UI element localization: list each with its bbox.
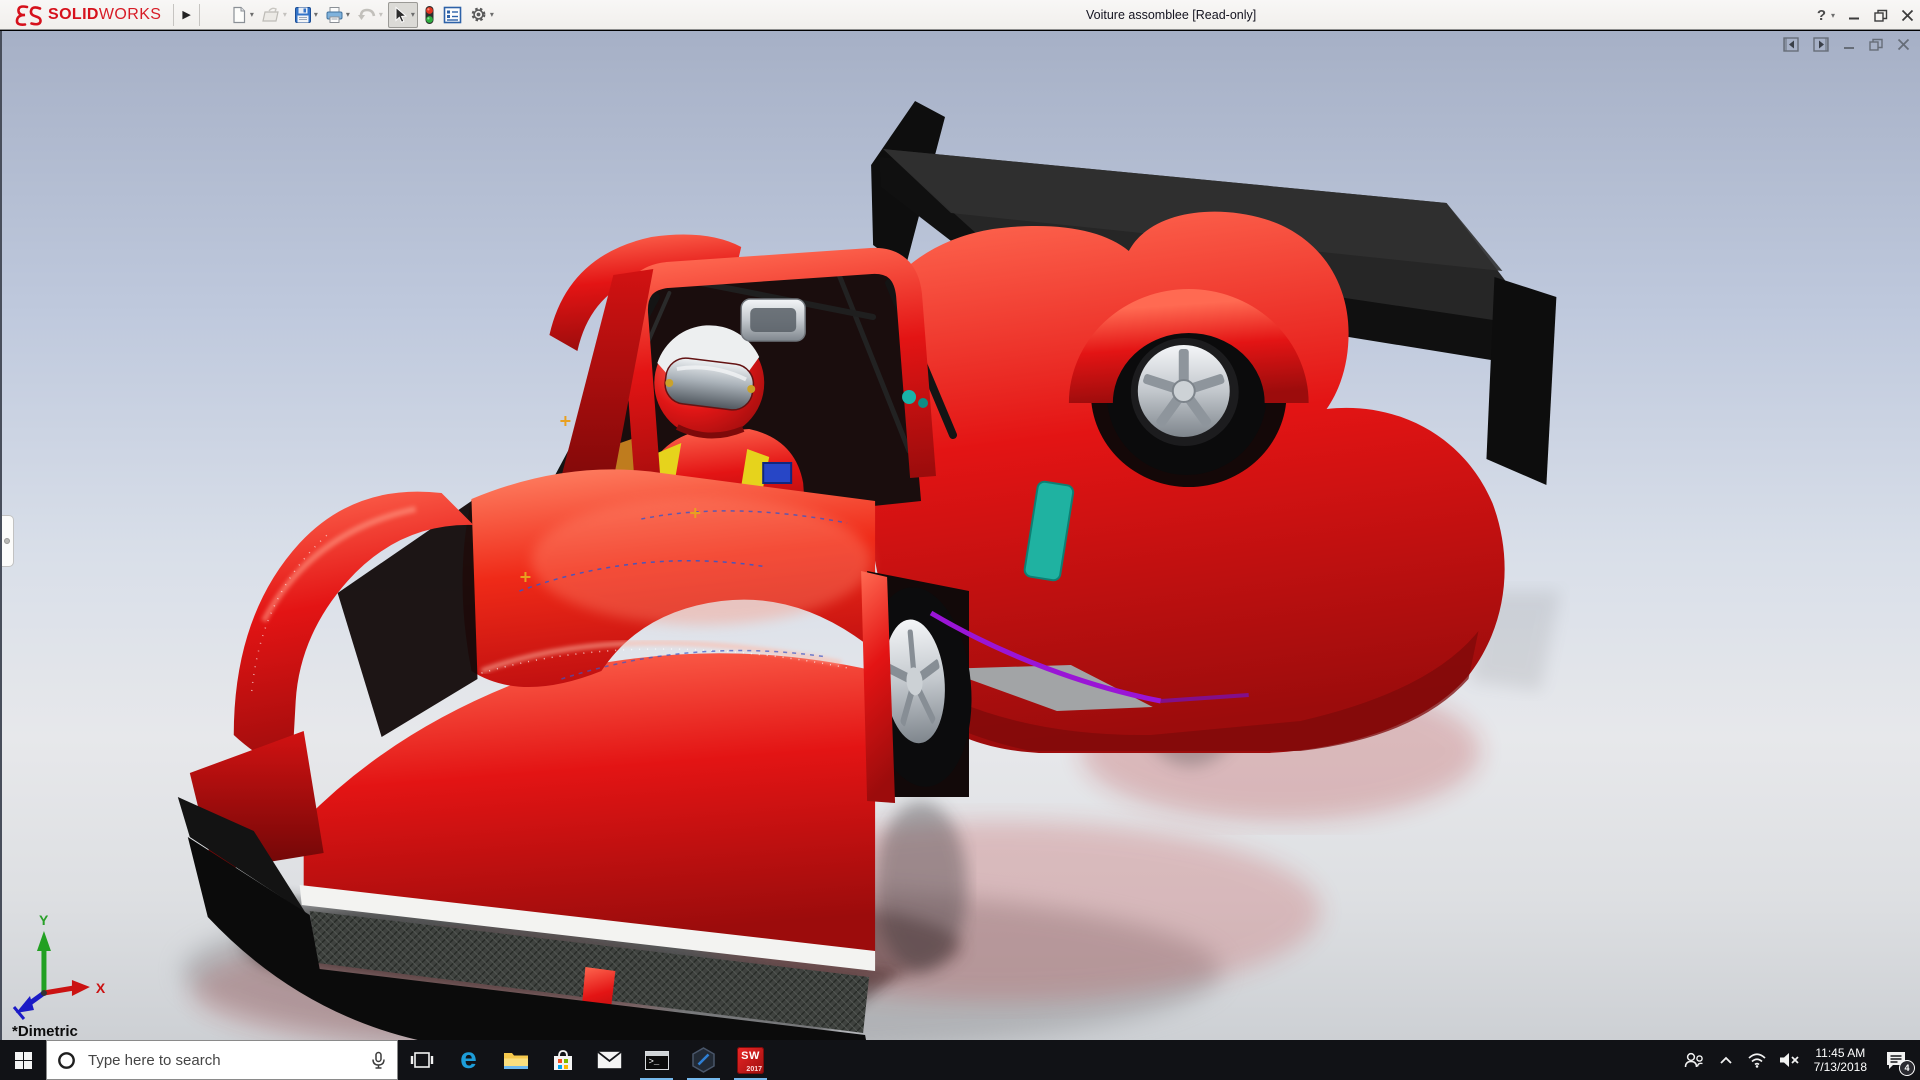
taskbar-search[interactable] bbox=[46, 1040, 398, 1080]
dropdown-caret: ▾ bbox=[378, 10, 383, 19]
options-gear-icon bbox=[471, 7, 486, 22]
restore-button[interactable] bbox=[1874, 9, 1888, 22]
mail-button[interactable] bbox=[586, 1040, 633, 1080]
sw-year: 2017 bbox=[746, 1065, 762, 1073]
file-explorer-icon bbox=[503, 1053, 528, 1069]
options-button[interactable]: ▾ bbox=[467, 3, 496, 27]
volume-muted-icon bbox=[1779, 1053, 1799, 1067]
save-icon bbox=[294, 6, 311, 23]
system-tray: 11:45 AM 7/13/2018 4 bbox=[1677, 1040, 1920, 1080]
triad-x-label: X bbox=[96, 980, 106, 996]
window-title: Voiture assomblee [Read-only] bbox=[1086, 8, 1257, 22]
windows-taskbar: e bbox=[0, 1040, 1920, 1080]
task-view-button[interactable] bbox=[398, 1040, 445, 1080]
chevron-up-icon bbox=[1719, 1056, 1732, 1064]
new-document-icon bbox=[233, 6, 245, 23]
task-view-icon bbox=[410, 1052, 433, 1068]
feature-tree-collapsed-tab[interactable] bbox=[2, 515, 14, 567]
rebuild-button[interactable] bbox=[421, 3, 438, 27]
print-icon bbox=[326, 6, 343, 23]
save-button[interactable]: ▾ bbox=[292, 3, 320, 27]
start-button[interactable] bbox=[0, 1040, 46, 1080]
dropdown-caret[interactable]: ▾ bbox=[411, 10, 415, 19]
windows-logo-icon bbox=[14, 1051, 32, 1069]
pane-collapse-left-button[interactable] bbox=[1783, 37, 1800, 52]
command-prompt-icon: >_ bbox=[644, 1050, 669, 1070]
people-icon bbox=[1684, 1052, 1703, 1068]
store-icon bbox=[553, 1049, 572, 1070]
tab-handle-dot bbox=[4, 538, 10, 544]
cortana-icon bbox=[58, 1051, 75, 1069]
document-restore-button[interactable] bbox=[1869, 38, 1884, 51]
brand-works: WORKS bbox=[98, 5, 162, 23]
clock-date: 7/13/2018 bbox=[1813, 1060, 1867, 1074]
select-button[interactable]: ▾ bbox=[387, 1, 418, 28]
command-prompt-button[interactable]: >_ bbox=[633, 1040, 680, 1080]
standard-toolbar: ▾ ▾ ▾ ▾ ▾ ▾ ▾ bbox=[228, 0, 496, 30]
file-explorer-button[interactable] bbox=[492, 1040, 539, 1080]
help-caret[interactable]: ▾ bbox=[1831, 11, 1835, 20]
window-controls: ? ▾ bbox=[1817, 0, 1914, 30]
mail-icon bbox=[597, 1051, 622, 1069]
cmd-titlebar bbox=[645, 1051, 668, 1056]
store-button[interactable] bbox=[539, 1040, 586, 1080]
search-input[interactable] bbox=[86, 1050, 360, 1070]
document-window-controls bbox=[1783, 37, 1910, 52]
hidden-icons-button[interactable] bbox=[1711, 1040, 1741, 1080]
action-center-button[interactable]: 4 bbox=[1876, 1040, 1916, 1080]
edge-button[interactable]: e bbox=[445, 1040, 492, 1080]
sw-letters: SW bbox=[741, 1049, 760, 1062]
rear-wheel bbox=[1068, 289, 1309, 487]
people-button[interactable] bbox=[1677, 1040, 1711, 1080]
solidworks-taskbar-button[interactable]: SW 2017 bbox=[727, 1040, 774, 1080]
undo-icon bbox=[357, 8, 376, 20]
dropdown-caret[interactable]: ▾ bbox=[490, 10, 494, 19]
solidworks-logo-mark bbox=[15, 4, 42, 26]
taskbar-apps: e >_ SW 2017 bbox=[398, 1040, 774, 1080]
document-close-button[interactable] bbox=[1897, 38, 1910, 51]
open-icon bbox=[262, 7, 279, 22]
brand-text: SOLIDWORKS bbox=[48, 6, 161, 24]
select-cursor-icon bbox=[395, 5, 408, 23]
solidworks-logo: SOLIDWORKS bbox=[0, 0, 173, 30]
network-button[interactable] bbox=[1741, 1040, 1773, 1080]
undo-button[interactable]: ▾ bbox=[355, 3, 385, 27]
solidworks-window: SOLIDWORKS ▶ ▾ ▾ ▾ ▾ ▾ ▾ ▾ Voiture assom… bbox=[0, 0, 1920, 1080]
clock-time: 11:45 AM bbox=[1815, 1046, 1866, 1060]
new-document-button[interactable]: ▾ bbox=[228, 3, 256, 27]
taskbar-clock[interactable]: 11:45 AM 7/13/2018 bbox=[1814, 1046, 1867, 1074]
3d-model-race-car[interactable]: Y X bbox=[2, 31, 1920, 1040]
cmd-prompt-glyph: >_ bbox=[648, 1056, 660, 1067]
dropdown-caret[interactable]: ▾ bbox=[346, 10, 350, 19]
dropdown-caret: ▾ bbox=[282, 10, 287, 19]
print-button[interactable]: ▾ bbox=[323, 3, 352, 27]
help-button[interactable]: ? bbox=[1817, 7, 1826, 24]
volume-button[interactable] bbox=[1773, 1040, 1805, 1080]
triad-y-label: Y bbox=[39, 912, 49, 928]
task-pane-icon bbox=[443, 6, 462, 23]
brand-solid: SOLID bbox=[48, 5, 99, 23]
solidworks-app-icon: SW 2017 bbox=[737, 1046, 764, 1074]
view-orientation-label: *Dimetric bbox=[12, 1023, 78, 1040]
titlebar: SOLIDWORKS ▶ ▾ ▾ ▾ ▾ ▾ ▾ ▾ Voiture assom… bbox=[0, 0, 1920, 30]
hexagon-app-icon bbox=[692, 1047, 715, 1073]
microphone-icon[interactable] bbox=[370, 1051, 387, 1070]
dropdown-caret[interactable]: ▾ bbox=[314, 10, 318, 19]
task-pane-button[interactable] bbox=[441, 3, 464, 27]
hexagon-app-button[interactable] bbox=[680, 1040, 727, 1080]
graphics-viewport[interactable]: Y X *Dimetric bbox=[0, 31, 1920, 1040]
rear-view-mirror bbox=[740, 298, 806, 342]
document-minimize-button[interactable] bbox=[1843, 38, 1856, 51]
edge-icon: e bbox=[460, 1041, 477, 1075]
rebuild-traffic-light-icon bbox=[425, 5, 434, 24]
menu-expand-arrow[interactable]: ▶ bbox=[174, 8, 198, 21]
notification-badge: 4 bbox=[1899, 1060, 1915, 1076]
open-button[interactable]: ▾ bbox=[259, 3, 289, 27]
dropdown-caret[interactable]: ▾ bbox=[250, 10, 254, 19]
wifi-icon bbox=[1748, 1053, 1766, 1068]
separator bbox=[198, 3, 200, 26]
pane-collapse-right-button[interactable] bbox=[1813, 37, 1830, 52]
minimize-button[interactable] bbox=[1848, 9, 1861, 22]
close-button[interactable] bbox=[1901, 9, 1914, 22]
